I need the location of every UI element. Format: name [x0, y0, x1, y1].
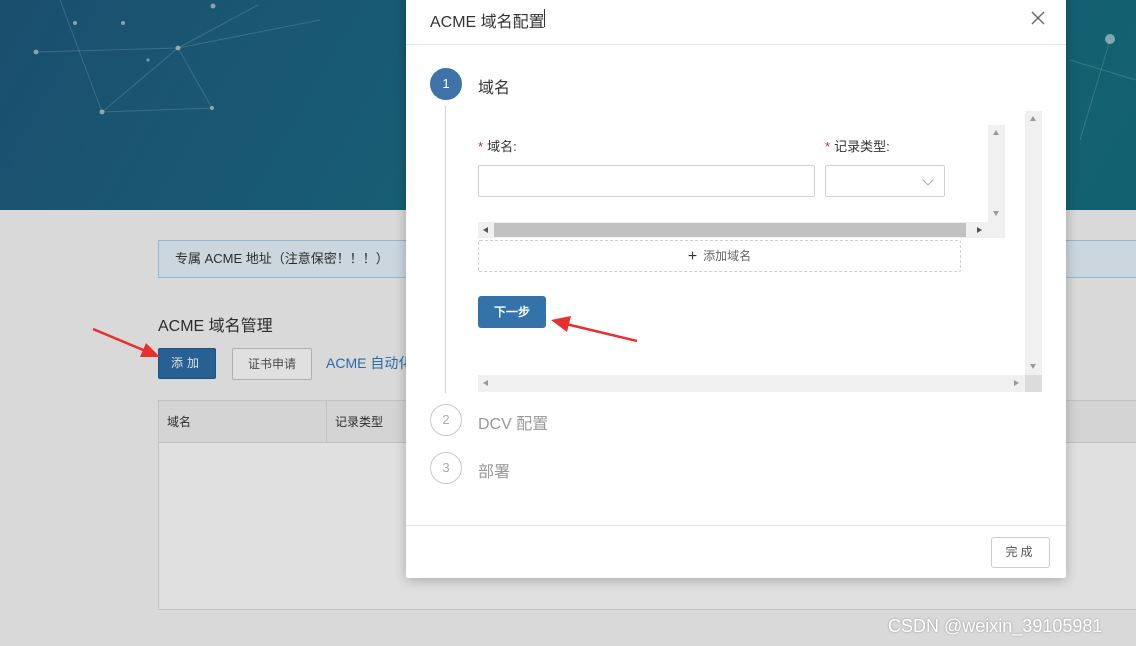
scroll-left-icon[interactable]	[483, 227, 488, 233]
outer-horizontal-scrollbar[interactable]	[478, 375, 1025, 392]
next-step-button[interactable]: 下一步	[478, 296, 546, 328]
scrollbar-thumb[interactable]	[494, 223, 966, 237]
close-icon[interactable]	[1028, 8, 1048, 28]
step-content-scroll-area[interactable]: * 域名: * 记录类型: + 添加域名 下一步	[478, 111, 1042, 392]
acme-domain-config-dialog: ACME 域名配置 1 域名 2 DCV 配置 3 部署 * 域名: * 记录类型:	[406, 0, 1066, 578]
scroll-up-icon[interactable]	[1030, 116, 1036, 121]
watermark: CSDN @weixin_39105981	[888, 616, 1103, 636]
inner-horizontal-scrollbar[interactable]	[478, 222, 1005, 238]
step-2-label: DCV 配置	[478, 416, 549, 433]
step-connector	[445, 106, 446, 393]
dialog-title: ACME 域名配置	[430, 14, 545, 31]
plus-icon: +	[687, 248, 698, 265]
outer-vertical-scrollbar[interactable]	[1025, 111, 1042, 375]
finish-button[interactable]: 完成	[991, 537, 1050, 568]
inner-vertical-scrollbar[interactable]	[988, 125, 1005, 222]
step-3-label: 部署	[478, 464, 511, 481]
scroll-left-icon[interactable]	[483, 380, 488, 386]
domain-field-label: * 域名:	[478, 136, 517, 155]
text-cursor	[544, 9, 545, 27]
dialog-header: ACME 域名配置	[406, 0, 1066, 45]
record-type-select[interactable]	[825, 165, 945, 197]
scroll-up-icon[interactable]	[993, 130, 999, 135]
chevron-down-icon	[922, 174, 934, 186]
domain-label-text: 域名:	[487, 139, 517, 154]
required-mark: *	[478, 139, 484, 154]
step-3-indicator: 3	[430, 452, 462, 484]
required-mark: *	[825, 139, 831, 154]
scrollbar-corner	[1025, 375, 1042, 392]
domain-form-row: * 域名: * 记录类型:	[478, 125, 1005, 238]
add-domain-label: 添加域名	[703, 249, 752, 263]
dialog-footer: 完成	[406, 525, 1066, 578]
scroll-right-icon[interactable]	[1014, 380, 1019, 386]
scroll-down-icon[interactable]	[1030, 364, 1036, 369]
scroll-right-icon[interactable]	[977, 227, 982, 233]
scroll-down-icon[interactable]	[993, 211, 999, 216]
step-2-indicator: 2	[430, 404, 462, 436]
step-1-label: 域名	[478, 80, 511, 97]
domain-input[interactable]	[478, 165, 815, 197]
add-domain-button[interactable]: + 添加域名	[478, 240, 961, 272]
step-1-indicator: 1	[430, 68, 462, 100]
record-type-label-text: 记录类型:	[834, 139, 890, 154]
record-type-field-label: * 记录类型:	[825, 136, 890, 155]
